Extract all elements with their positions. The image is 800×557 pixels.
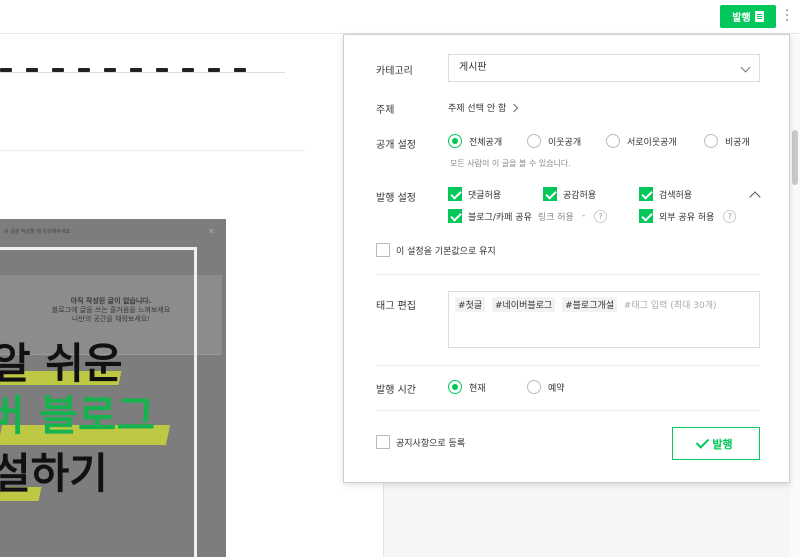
- notice-checkbox[interactable]: 공지사항으로 등록: [376, 435, 465, 449]
- tag-chip[interactable]: #첫글: [455, 297, 486, 312]
- topic-selector[interactable]: 주제 선택 안 함: [448, 101, 519, 114]
- visibility-option-mutual[interactable]: 서로이웃공개: [606, 134, 677, 148]
- visibility-option-label: 전체공개: [469, 137, 503, 148]
- keep-default-label: 이 설정을 기본값으로 유지: [396, 246, 496, 257]
- external-share-checkbox[interactable]: 외부 공유 허용 ?: [639, 209, 737, 223]
- category-label: 카테고리: [376, 66, 413, 77]
- title-text-fragment: [0, 62, 285, 72]
- publish-time-scheduled-label: 예약: [548, 383, 565, 394]
- image-small-text: 이 글을 작성할 때 유의해주세요: [4, 229, 71, 235]
- allow-search-label: 검색허용: [659, 190, 693, 201]
- share-label: 블로그/카페 공유: [468, 212, 532, 223]
- visibility-label: 공개 설정: [376, 140, 416, 151]
- publish-time-now[interactable]: 현재: [448, 380, 486, 394]
- scrollbar[interactable]: [790, 35, 800, 557]
- topic-label: 주제: [376, 105, 395, 116]
- title-divider: [0, 72, 285, 73]
- keep-default-checkbox[interactable]: 이 설정을 기본값으로 유지: [376, 243, 496, 257]
- tag-label: 태그 편집: [376, 301, 416, 312]
- category-select[interactable]: 게시판: [448, 54, 760, 82]
- share-link-dash: -: [581, 211, 586, 221]
- divider: [376, 274, 760, 275]
- radio-icon: [527, 134, 541, 148]
- tag-chip[interactable]: #네이버블로그: [491, 297, 556, 312]
- visibility-option-private[interactable]: 비공개: [704, 134, 750, 148]
- chevron-right-icon: [510, 103, 519, 112]
- checkbox-icon: [448, 187, 462, 201]
- image-close-icon: ✕: [208, 227, 215, 236]
- scrollbar-thumb[interactable]: [792, 130, 798, 185]
- checkbox-icon: [639, 209, 653, 223]
- checkbox-icon: [376, 243, 390, 257]
- help-icon[interactable]: ?: [723, 209, 737, 223]
- visibility-hint: 모든 사람이 이 글을 볼 수 있습니다.: [450, 159, 571, 168]
- document-icon: [754, 11, 764, 22]
- category-value: 게시판: [459, 62, 487, 73]
- share-checkbox[interactable]: 블로그/카페 공유 링크 허용 - ?: [448, 209, 608, 223]
- publish-settings-label: 발행 설정: [376, 193, 416, 204]
- topic-value: 주제 선택 안 함: [448, 104, 507, 114]
- tag-chip[interactable]: #블로그개설: [562, 297, 618, 312]
- confirm-publish-button[interactable]: 발행: [672, 427, 760, 460]
- more-options-icon[interactable]: · · ·: [785, 5, 789, 28]
- tag-editor[interactable]: #첫글 #네이버블로그 #블로그개설 #태그 입력 (최대 30개): [448, 291, 760, 348]
- allow-comments-label: 댓글허용: [468, 190, 502, 201]
- radio-icon: [606, 134, 620, 148]
- image-frame: [0, 247, 197, 557]
- confirm-publish-label: 발행: [712, 438, 733, 451]
- radio-icon: [448, 380, 462, 394]
- body-divider: [0, 150, 305, 151]
- allow-search-checkbox[interactable]: 검색허용: [639, 187, 692, 201]
- visibility-option-label: 서로이웃공개: [627, 137, 677, 148]
- publish-time-scheduled[interactable]: 예약: [527, 380, 565, 394]
- tag-input-placeholder[interactable]: #태그 입력 (최대 30개): [624, 301, 717, 311]
- visibility-option-label: 비공개: [725, 137, 750, 148]
- share-link-option[interactable]: 링크 허용: [538, 210, 574, 223]
- publish-label: 발행: [732, 13, 751, 24]
- checkbox-icon: [543, 187, 557, 201]
- publish-time-now-label: 현재: [469, 383, 486, 394]
- allow-likes-checkbox[interactable]: 공감허용: [543, 187, 596, 201]
- check-icon: [696, 434, 710, 449]
- top-bar: 발행 · · ·: [0, 0, 800, 34]
- publish-button[interactable]: 발행: [720, 5, 776, 28]
- visibility-option-public[interactable]: 전체공개: [448, 134, 502, 148]
- notice-label: 공지사항으로 등록: [396, 438, 466, 449]
- checkbox-icon: [639, 187, 653, 201]
- help-icon[interactable]: ?: [594, 209, 608, 223]
- radio-icon: [527, 380, 541, 394]
- radio-icon: [704, 134, 718, 148]
- external-share-label: 외부 공유 허용: [659, 212, 715, 223]
- allow-comments-checkbox[interactable]: 댓글허용: [448, 187, 501, 201]
- visibility-option-label: 이웃공개: [548, 137, 582, 148]
- publish-time-label: 발행 시간: [376, 385, 416, 396]
- checkbox-icon: [376, 435, 390, 449]
- radio-icon: [448, 134, 462, 148]
- publish-dialog: 카테고리 게시판 주제 주제 선택 안 함 공개 설정 전체공개 이웃공개 서로…: [343, 34, 790, 483]
- checkbox-icon: [448, 209, 462, 223]
- visibility-option-neighbors[interactable]: 이웃공개: [527, 134, 581, 148]
- allow-likes-label: 공감허용: [563, 190, 597, 201]
- divider: [376, 365, 760, 366]
- divider: [376, 410, 760, 411]
- post-image[interactable]: 이 글을 작성할 때 유의해주세요 ✕ 아직 작성된 글이 없습니다. 블로그에…: [0, 219, 226, 557]
- chevron-down-icon: [740, 62, 751, 73]
- chevron-up-icon[interactable]: [749, 191, 761, 203]
